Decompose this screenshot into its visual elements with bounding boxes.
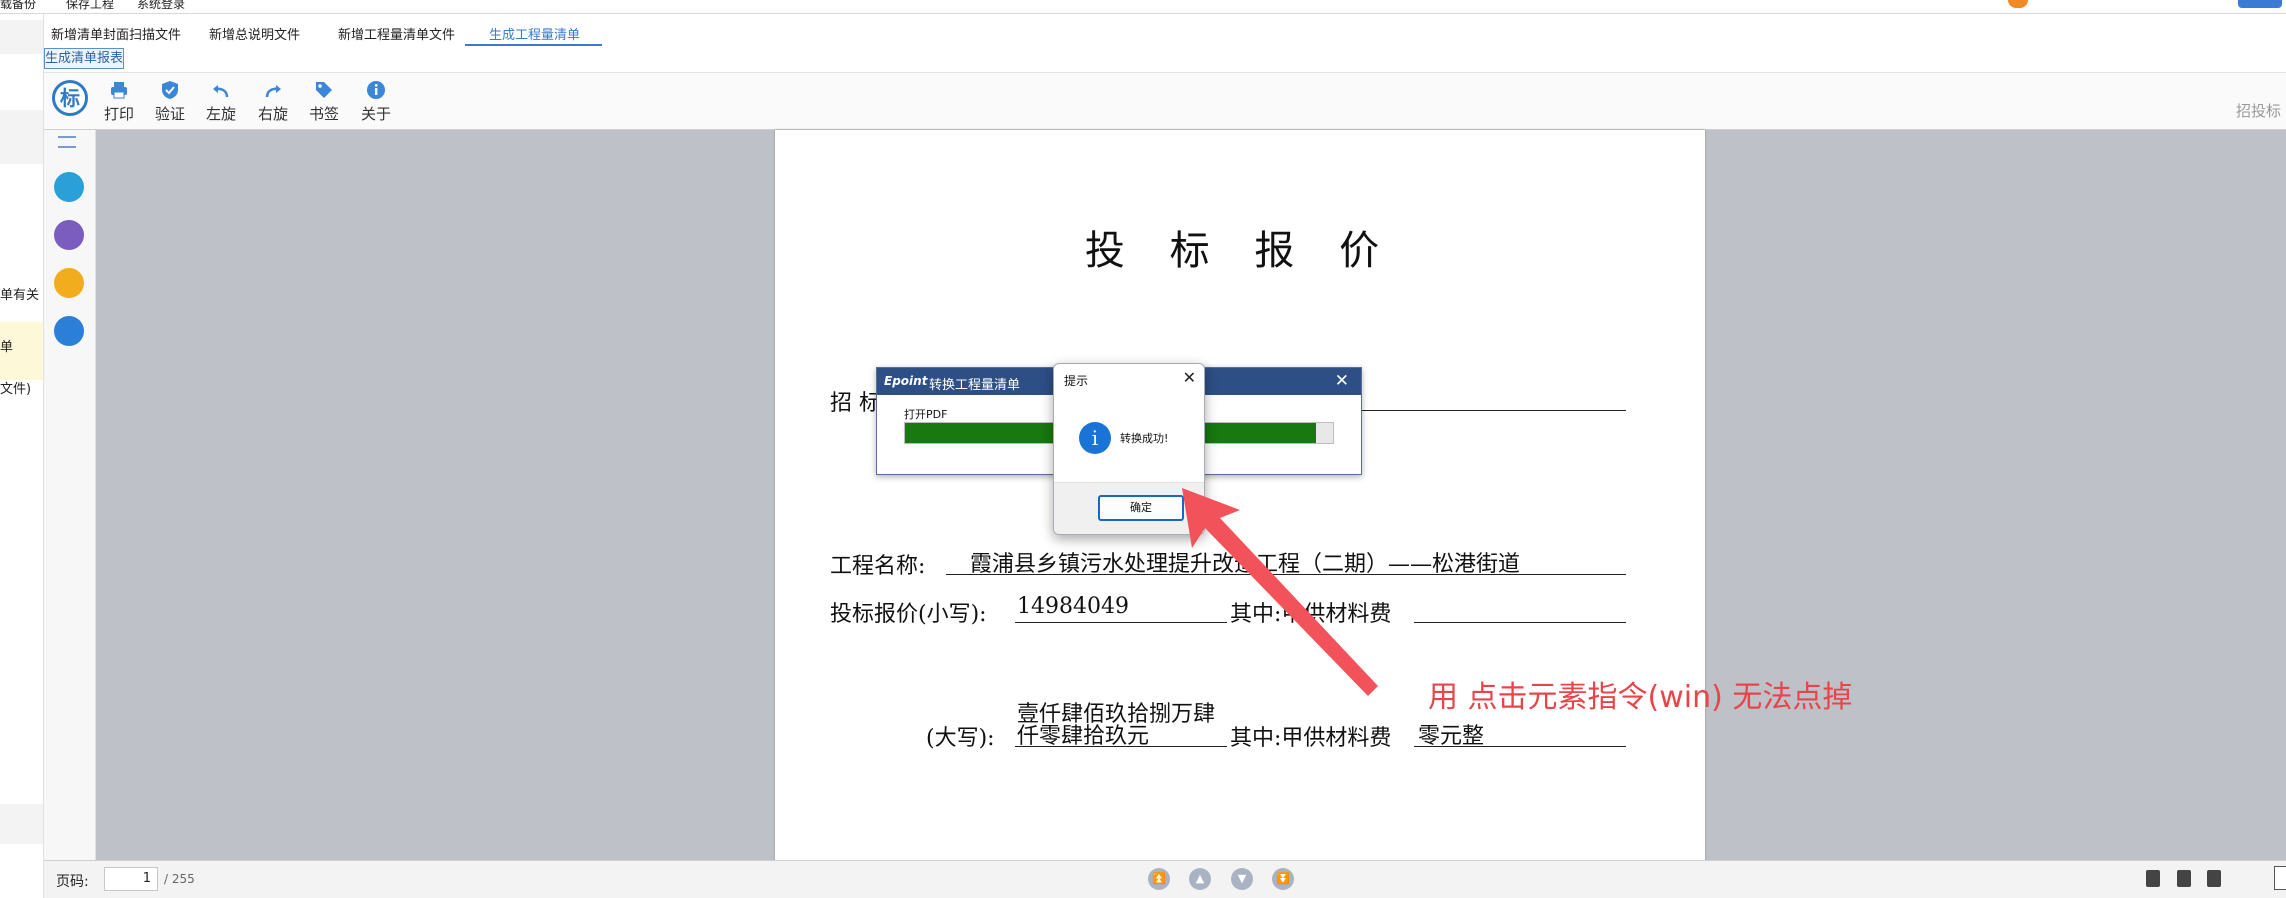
double-page-icon[interactable] bbox=[2207, 870, 2221, 887]
annotation-text: 用 点击元素指令(win) 无法点掉 bbox=[1428, 680, 1853, 715]
last-page-icon[interactable]: ⏬ bbox=[1272, 868, 1294, 890]
single-page-icon[interactable] bbox=[2146, 870, 2160, 887]
zoom-box-icon[interactable] bbox=[2274, 866, 2286, 890]
page-label: 页码: bbox=[56, 874, 89, 890]
annotation-arrow-icon bbox=[1182, 488, 1378, 696]
prev-page-icon[interactable]: ▲ bbox=[1189, 868, 1211, 890]
first-page-icon[interactable]: ⏫ bbox=[1148, 868, 1170, 890]
page-number-input[interactable]: 1 bbox=[104, 867, 158, 891]
fit-page-icon[interactable] bbox=[2177, 870, 2191, 887]
page-total: / 255 bbox=[164, 872, 195, 886]
next-page-icon[interactable]: ▼ bbox=[1231, 868, 1253, 890]
